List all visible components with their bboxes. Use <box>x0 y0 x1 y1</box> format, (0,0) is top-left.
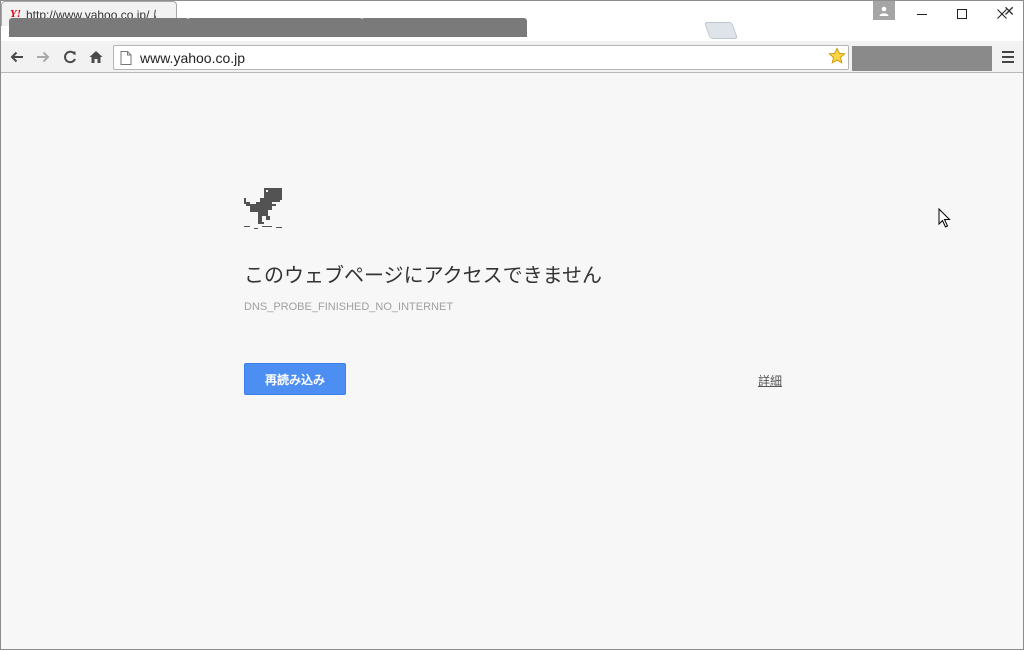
url-input[interactable] <box>140 49 820 66</box>
close-window-button[interactable] <box>982 3 1022 25</box>
browser-toolbar <box>1 41 1023 73</box>
menu-icon[interactable] <box>999 48 1017 66</box>
details-link[interactable]: 詳細 <box>758 372 782 389</box>
reload-button[interactable] <box>60 47 80 67</box>
tab-redacted-2[interactable] <box>187 18 363 37</box>
tab-redacted-1[interactable] <box>9 18 189 37</box>
error-page: このウェブページにアクセスできません DNS_PROBE_FINISHED_NO… <box>1 73 1023 649</box>
dino-icon <box>244 188 282 229</box>
browser-window: Y! http://www.yahoo.co.jp/ に ✕ www.yahoo… <box>0 0 1024 650</box>
minimize-button[interactable] <box>902 3 942 25</box>
back-button[interactable] <box>7 47 27 67</box>
tab-redacted-3[interactable] <box>361 18 527 37</box>
error-title: このウェブページにアクセスできません <box>244 263 602 287</box>
home-button[interactable] <box>86 47 106 67</box>
error-code: DNS_PROBE_FINISHED_NO_INTERNET <box>244 301 454 313</box>
cursor-icon <box>938 208 951 228</box>
tab-strip: Y! http://www.yahoo.co.jp/ に ✕ <box>1 1 1023 41</box>
extensions-area-redacted[interactable] <box>852 46 992 71</box>
new-tab-button[interactable] <box>703 22 739 39</box>
forward-button[interactable] <box>33 47 53 67</box>
star-icon[interactable] <box>828 47 846 70</box>
reload-page-button[interactable]: 再読み込み <box>244 363 346 395</box>
profile-icon[interactable] <box>873 1 895 20</box>
address-bar[interactable] <box>113 45 849 70</box>
maximize-button[interactable] <box>942 3 982 25</box>
page-icon <box>120 50 132 65</box>
